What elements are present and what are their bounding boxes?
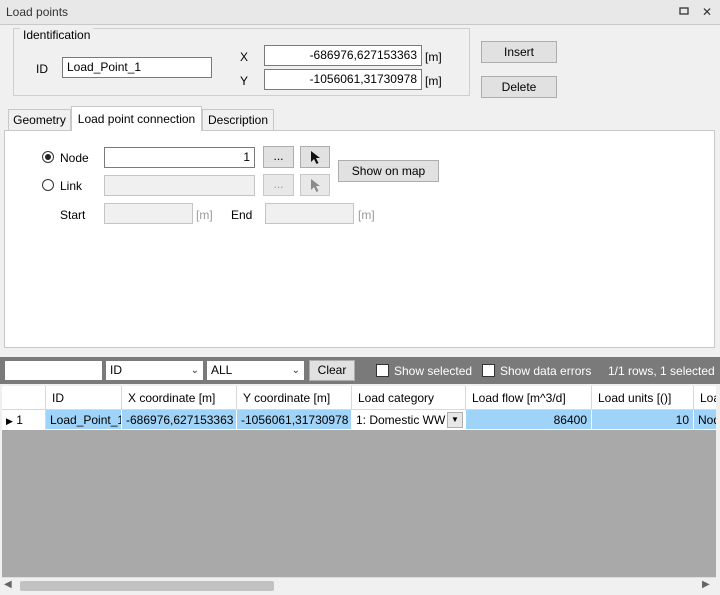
window-title: Load points xyxy=(6,5,69,19)
node-field[interactable]: 1 xyxy=(104,147,255,168)
id-label: ID xyxy=(36,62,48,76)
x-label: X xyxy=(240,50,249,64)
title-bar: Load points ✕ xyxy=(0,0,720,25)
column-header-flow[interactable]: Load flow [m^3/d] xyxy=(466,386,592,410)
filter-select[interactable]: ALL ⌄ xyxy=(206,360,305,381)
restore-icon[interactable] xyxy=(676,4,692,20)
chevron-down-icon: ⌄ xyxy=(291,365,300,376)
identification-legend: Identification xyxy=(20,28,94,42)
id-field[interactable]: Load_Point_1 xyxy=(62,57,212,78)
node-pick-button[interactable] xyxy=(300,146,330,168)
delete-button[interactable]: Delete xyxy=(481,76,557,98)
end-label: End xyxy=(231,208,253,222)
scroll-right-icon[interactable]: ▶ xyxy=(702,579,710,590)
link-field[interactable] xyxy=(104,175,255,196)
scroll-left-icon[interactable]: ◀ xyxy=(4,579,12,590)
tab-geometry[interactable]: Geometry xyxy=(8,109,71,130)
y-label: Y xyxy=(240,74,249,88)
node-label: Node xyxy=(60,151,89,165)
cursor-pointer-icon xyxy=(311,179,320,192)
cell-category-value: 1: Domestic WW xyxy=(356,413,446,427)
node-radio[interactable] xyxy=(42,151,54,163)
show-on-map-button[interactable]: Show on map xyxy=(338,160,439,182)
column-header-extra[interactable]: Loa xyxy=(694,386,716,410)
node-browse-button[interactable]: ... xyxy=(263,146,294,168)
field-select[interactable]: ID ⌄ xyxy=(105,360,204,381)
grid-search-input[interactable] xyxy=(4,360,103,381)
horizontal-scrollbar[interactable]: ◀ ▶ xyxy=(2,577,716,594)
show-selected-label: Show selected xyxy=(394,364,473,378)
cursor-pointer-icon xyxy=(311,151,320,164)
clear-button[interactable]: Clear xyxy=(309,360,355,381)
link-label: Link xyxy=(60,179,83,193)
end-field[interactable] xyxy=(265,203,354,224)
row-header-corner xyxy=(2,386,46,410)
start-field[interactable] xyxy=(104,203,193,224)
cell-flow[interactable]: 86400 xyxy=(466,410,592,430)
column-header-y[interactable]: Y coordinate [m] xyxy=(237,386,352,410)
show-data-errors-checkbox[interactable] xyxy=(482,364,495,377)
filter-select-value: ALL xyxy=(211,363,233,377)
show-selected-checkbox[interactable] xyxy=(376,364,389,377)
column-header-id[interactable]: ID xyxy=(46,386,122,410)
column-header-category[interactable]: Load category xyxy=(352,386,466,410)
show-data-errors-label: Show data errors xyxy=(500,364,592,378)
start-label: Start xyxy=(60,208,86,222)
field-select-value: ID xyxy=(110,363,122,377)
y-unit: [m] xyxy=(425,74,442,88)
end-unit: [m] xyxy=(358,208,375,222)
cell-units[interactable]: 10 xyxy=(592,410,694,430)
cell-id[interactable]: Load_Point_1 xyxy=(46,410,122,430)
column-header-x[interactable]: X coordinate [m] xyxy=(122,386,237,410)
tab-description[interactable]: Description xyxy=(202,109,274,130)
close-icon[interactable]: ✕ xyxy=(699,4,715,20)
link-browse-button[interactable]: ... xyxy=(263,174,294,196)
insert-button[interactable]: Insert xyxy=(481,41,557,63)
tab-load-point-connection[interactable]: Load point connection xyxy=(71,106,202,131)
link-pick-button[interactable] xyxy=(300,174,330,196)
column-header-units[interactable]: Load units [()] xyxy=(592,386,694,410)
row-indicator[interactable]: ▶ 1 xyxy=(2,410,46,430)
scrollbar-thumb[interactable] xyxy=(20,581,274,591)
start-unit: [m] xyxy=(196,208,213,222)
x-unit: [m] xyxy=(425,50,442,64)
chevron-down-icon: ⌄ xyxy=(190,365,199,376)
dropdown-arrow-icon[interactable]: ▼ xyxy=(447,412,463,428)
cell-x[interactable]: -686976,627153363 xyxy=(122,410,237,430)
row-pointer-icon: ▶ xyxy=(6,416,13,426)
y-coordinate-field[interactable]: -1056061,31730978 xyxy=(264,69,422,90)
row-status: 1/1 rows, 1 selected xyxy=(608,364,715,378)
row-number: 1 xyxy=(16,413,23,427)
cell-y[interactable]: -1056061,31730978 xyxy=(237,410,352,430)
cell-extra[interactable]: Nod xyxy=(694,410,716,430)
link-radio[interactable] xyxy=(42,179,54,191)
x-coordinate-field[interactable]: -686976,627153363 xyxy=(264,45,422,66)
data-grid[interactable]: ID X coordinate [m] Y coordinate [m] Loa… xyxy=(2,386,716,578)
cell-category[interactable]: 1: Domestic WW ▼ xyxy=(352,410,466,430)
